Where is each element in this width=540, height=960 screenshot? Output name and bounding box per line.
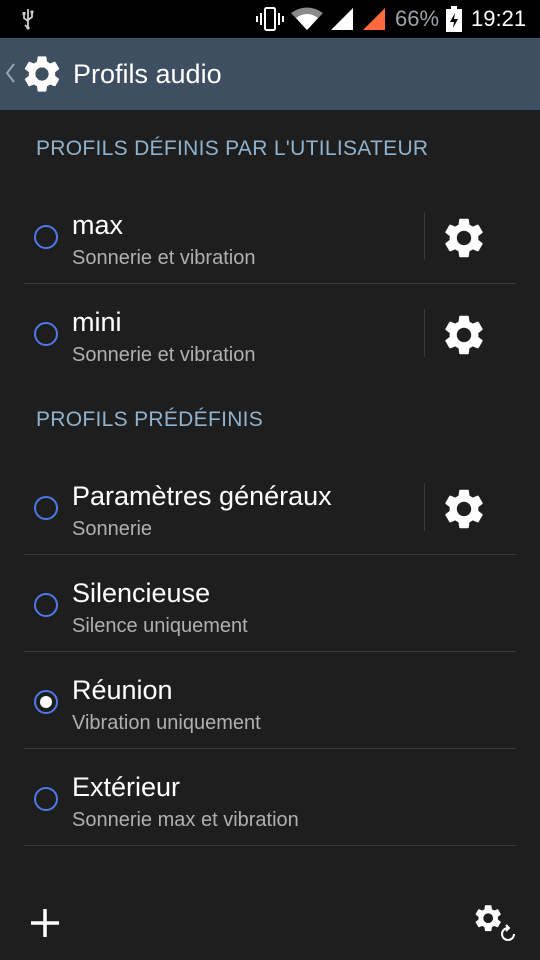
profile-item-general[interactable]: Paramètres généraux Sonnerie	[24, 459, 516, 555]
add-profile-plus-icon[interactable]	[28, 906, 62, 940]
gear-icon	[24, 56, 60, 92]
status-bar: 66% 19:21	[0, 0, 540, 38]
section-header-predefined-profiles: PROFILS PRÉDÉFINIS	[36, 408, 264, 431]
signal-icon	[331, 8, 353, 30]
wifi-icon	[291, 7, 323, 30]
profile-radio[interactable]	[34, 496, 58, 520]
divider	[424, 212, 425, 260]
profile-subtitle: Sonnerie et vibration	[72, 247, 256, 269]
profile-title: Réunion	[72, 675, 173, 705]
profile-item-meeting[interactable]: Réunion Vibration uniquement	[24, 653, 516, 749]
profile-radio[interactable]	[34, 787, 58, 811]
divider	[24, 651, 516, 652]
profile-subtitle: Vibration uniquement	[72, 712, 261, 734]
profile-title: Silencieuse	[72, 578, 211, 608]
signal-icon	[363, 8, 385, 30]
profile-subtitle: Sonnerie max et vibration	[72, 809, 299, 831]
profile-settings-gear-icon[interactable]	[440, 311, 488, 359]
profile-subtitle: Silence uniquement	[72, 615, 248, 637]
action-bar[interactable]: Profils audio	[0, 38, 540, 110]
battery-percentage: 66%	[395, 6, 440, 31]
profile-item-max[interactable]: max Sonnerie et vibration	[24, 188, 516, 284]
battery-charging-icon	[446, 6, 462, 32]
vibrate-icon	[256, 7, 284, 31]
divider	[24, 845, 516, 846]
reset-settings-gear-icon[interactable]	[470, 900, 520, 946]
divider	[24, 554, 516, 555]
page-title: Profils audio	[73, 59, 222, 89]
profile-radio[interactable]	[34, 593, 58, 617]
divider	[424, 309, 425, 357]
profile-title: max	[72, 210, 124, 240]
screen: 66% 19:21 Profils audio PROFILS DÉFINIS …	[0, 0, 540, 960]
profile-item-mini[interactable]: mini Sonnerie et vibration	[24, 285, 516, 381]
profile-item-outdoor[interactable]: Extérieur Sonnerie max et vibration	[24, 750, 516, 846]
clock: 19:21	[471, 6, 527, 31]
profile-title: Paramètres généraux	[72, 481, 332, 511]
profile-title: mini	[72, 307, 122, 337]
profile-subtitle: Sonnerie	[72, 518, 153, 540]
section-header-user-profiles: PROFILS DÉFINIS PAR L'UTILISATEUR	[36, 137, 429, 160]
back-chevron-icon[interactable]	[4, 62, 16, 84]
profile-radio-selected[interactable]	[34, 690, 58, 714]
divider	[24, 283, 516, 284]
divider	[424, 483, 425, 531]
usb-icon	[22, 9, 34, 30]
profile-item-silent[interactable]: Silencieuse Silence uniquement	[24, 556, 516, 652]
profile-subtitle: Sonnerie et vibration	[72, 344, 256, 366]
divider	[24, 748, 516, 749]
profile-radio[interactable]	[34, 225, 58, 249]
profile-radio[interactable]	[34, 322, 58, 346]
profile-settings-gear-icon[interactable]	[440, 485, 488, 533]
profile-settings-gear-icon[interactable]	[440, 214, 488, 262]
profile-title: Extérieur	[72, 772, 181, 802]
